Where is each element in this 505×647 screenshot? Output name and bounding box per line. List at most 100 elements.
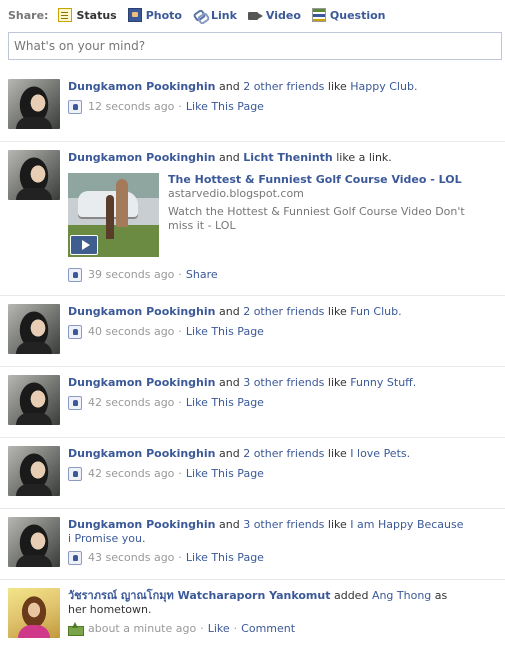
like-page-icon bbox=[68, 551, 82, 565]
headline-text: like bbox=[324, 376, 351, 389]
actor-link[interactable]: Dungkamon Pookinghin bbox=[68, 518, 216, 531]
feed-story: Dungkamon Pookinghin and 2 other friends… bbox=[0, 296, 505, 367]
actor-link[interactable]: Dungkamon Pookinghin bbox=[68, 376, 216, 389]
separator: · bbox=[178, 268, 182, 281]
like-page-icon bbox=[68, 100, 82, 114]
actor-link[interactable]: วัชราภรณ์ ญาณโกมุท Watcharaporn Yankomut bbox=[68, 589, 330, 602]
video-icon bbox=[247, 8, 263, 22]
avatar[interactable] bbox=[8, 446, 60, 496]
story-meta: 43 seconds ago · Like This Page bbox=[68, 551, 468, 565]
attachment-description: Watch the Hottest & Funniest Golf Course… bbox=[168, 205, 465, 232]
timestamp[interactable]: 42 seconds ago bbox=[88, 467, 174, 481]
friends-link[interactable]: 2 other friends bbox=[243, 80, 324, 93]
timestamp[interactable]: 12 seconds ago bbox=[88, 100, 174, 114]
separator: · bbox=[178, 467, 182, 480]
comment-link[interactable]: Comment bbox=[241, 622, 295, 636]
headline-text: and bbox=[215, 80, 244, 93]
hometown-link[interactable]: Ang Thong bbox=[372, 589, 431, 602]
status-input[interactable]: What's on your mind? bbox=[8, 32, 502, 60]
avatar[interactable] bbox=[8, 375, 60, 425]
share-status-label: Status bbox=[76, 8, 117, 22]
story-body: Dungkamon Pookinghin and 3 other friends… bbox=[68, 518, 468, 565]
headline-text: like bbox=[324, 305, 351, 318]
avatar[interactable] bbox=[8, 517, 60, 567]
status-input-placeholder: What's on your mind? bbox=[14, 39, 146, 53]
video-thumbnail[interactable] bbox=[68, 173, 159, 257]
headline-text: like bbox=[324, 518, 351, 531]
friends-link[interactable]: 3 other friends bbox=[243, 376, 324, 389]
separator: · bbox=[178, 100, 182, 113]
share-question-tab[interactable]: Question bbox=[311, 8, 386, 22]
timestamp[interactable]: 39 seconds ago bbox=[88, 268, 174, 282]
second-actor-link[interactable]: Licht Theninth bbox=[243, 151, 333, 164]
share-link[interactable]: Share bbox=[186, 268, 218, 282]
avatar[interactable] bbox=[8, 588, 60, 638]
feed-story: วัชราภรณ์ ญาณโกมุท Watcharaporn Yankomut… bbox=[0, 580, 505, 647]
feed-story: Dungkamon Pookinghin and 2 other friends… bbox=[0, 71, 505, 142]
feed-story: Dungkamon Pookinghin and 3 other friends… bbox=[0, 509, 505, 580]
story-headline: Dungkamon Pookinghin and 3 other friends… bbox=[68, 376, 498, 390]
like-page-icon bbox=[68, 467, 82, 481]
share-video-tab[interactable]: Video bbox=[247, 8, 301, 22]
feed-story: Dungkamon Pookinghin and 2 other friends… bbox=[0, 438, 505, 509]
story-headline: วัชราภรณ์ ญาณโกมุท Watcharaporn Yankomut… bbox=[68, 589, 468, 617]
page-link[interactable]: Happy Club. bbox=[350, 80, 417, 93]
separator: · bbox=[178, 396, 182, 409]
page-link[interactable]: Funny Stuff. bbox=[350, 376, 416, 389]
avatar[interactable] bbox=[8, 150, 60, 200]
story-body: Dungkamon Pookinghin and 2 other friends… bbox=[68, 80, 498, 114]
attachment-title[interactable]: The Hottest & Funniest Golf Course Video… bbox=[168, 173, 462, 187]
timestamp[interactable]: 42 seconds ago bbox=[88, 396, 174, 410]
headline-text: like bbox=[324, 447, 351, 460]
headline-text: like bbox=[324, 80, 351, 93]
headline-text: like a link. bbox=[332, 151, 392, 164]
play-icon[interactable] bbox=[70, 235, 98, 255]
separator: · bbox=[233, 622, 238, 635]
like-this-page-link[interactable]: Like This Page bbox=[186, 325, 264, 339]
page-link[interactable]: Fun Club. bbox=[350, 305, 401, 318]
story-body: Dungkamon Pookinghin and 3 other friends… bbox=[68, 376, 498, 410]
page-link[interactable]: I love Pets. bbox=[350, 447, 410, 460]
timestamp[interactable]: 43 seconds ago bbox=[88, 551, 174, 565]
status-icon bbox=[58, 8, 73, 22]
like-link[interactable]: Like bbox=[208, 622, 230, 636]
like-this-page-link[interactable]: Like This Page bbox=[186, 467, 264, 481]
story-meta: 42 seconds ago · Like This Page bbox=[68, 467, 498, 481]
actor-link[interactable]: Dungkamon Pookinghin bbox=[68, 151, 216, 164]
share-label: Share: bbox=[8, 8, 49, 22]
share-status-tab[interactable]: Status bbox=[58, 8, 117, 22]
actor-link[interactable]: Dungkamon Pookinghin bbox=[68, 447, 216, 460]
friends-link[interactable]: 2 other friends bbox=[243, 447, 324, 460]
like-page-icon bbox=[68, 268, 82, 282]
link-icon bbox=[193, 8, 207, 22]
timestamp[interactable]: about a minute ago bbox=[88, 622, 196, 636]
avatar[interactable] bbox=[8, 79, 60, 129]
like-this-page-link[interactable]: Like This Page bbox=[186, 396, 264, 410]
separator: · bbox=[178, 551, 182, 564]
share-link-label: Link bbox=[210, 8, 237, 22]
like-this-page-link[interactable]: Like This Page bbox=[186, 551, 264, 565]
story-headline: Dungkamon Pookinghin and 2 other friends… bbox=[68, 305, 498, 319]
friends-link[interactable]: 2 other friends bbox=[243, 305, 324, 318]
actor-link[interactable]: Dungkamon Pookinghin bbox=[68, 80, 216, 93]
story-body: Dungkamon Pookinghin and 2 other friends… bbox=[68, 305, 498, 339]
share-question-label: Question bbox=[329, 8, 386, 22]
share-video-label: Video bbox=[265, 8, 301, 22]
timestamp[interactable]: 40 seconds ago bbox=[88, 325, 174, 339]
photo-icon bbox=[127, 8, 142, 22]
avatar[interactable] bbox=[8, 304, 60, 354]
share-photo-tab[interactable]: Photo bbox=[127, 8, 182, 22]
attachment-domain: astarvedio.blogspot.com bbox=[168, 187, 304, 200]
story-meta: 12 seconds ago · Like This Page bbox=[68, 100, 498, 114]
like-this-page-link[interactable]: Like This Page bbox=[186, 100, 264, 114]
share-link-tab[interactable]: Link bbox=[193, 8, 237, 22]
actor-link[interactable]: Dungkamon Pookinghin bbox=[68, 305, 216, 318]
headline-text: and bbox=[215, 376, 244, 389]
like-page-icon bbox=[68, 396, 82, 410]
headline-text: and bbox=[215, 447, 244, 460]
story-meta: 40 seconds ago · Like This Page bbox=[68, 325, 498, 339]
story-headline: Dungkamon Pookinghin and Licht Theninth … bbox=[68, 151, 498, 165]
friends-link[interactable]: 3 other friends bbox=[243, 518, 324, 531]
headline-text: added bbox=[330, 589, 372, 602]
story-body: วัชราภรณ์ ญาณโกมุท Watcharaporn Yankomut… bbox=[68, 589, 468, 636]
